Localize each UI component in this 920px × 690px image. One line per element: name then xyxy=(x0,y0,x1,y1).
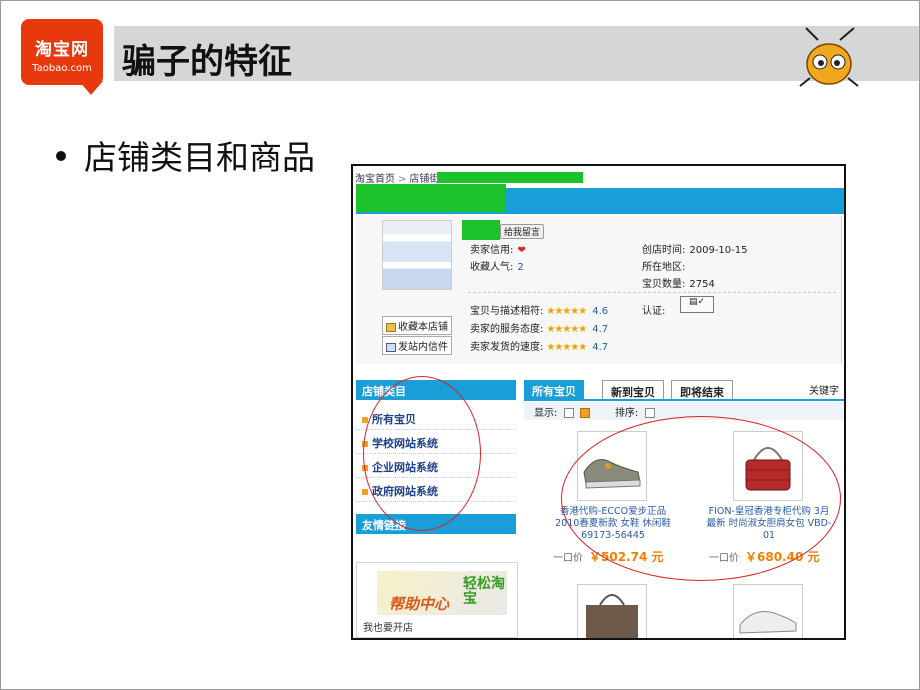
shop-info-panel: 给我留言 卖家信用: ❤ 收藏人气: 2 创店时间: 2009-10-15 所在地区:… xyxy=(356,216,842,364)
taobao-logo: 淘宝网 Taobao.com xyxy=(21,19,103,95)
redaction-mask xyxy=(437,172,583,183)
tab-ending-soon[interactable]: 即将结束 xyxy=(671,380,733,400)
slide-title: 骗子的特征 xyxy=(122,42,292,82)
open-shop-link[interactable]: 我也要开店 xyxy=(363,619,413,634)
info-divider xyxy=(468,292,836,293)
region: 所在地区: xyxy=(642,262,686,273)
bullet-text: 店铺类目和商品 xyxy=(84,138,315,177)
certificate-icon: ▤✓ xyxy=(680,296,714,313)
logo-sub-text: Taobao.com xyxy=(32,63,92,74)
redaction-mask xyxy=(356,184,506,212)
heart-icon: ❤ xyxy=(517,245,526,256)
annotation-oval xyxy=(561,416,841,581)
sort-label: 排序: xyxy=(614,408,639,419)
rating-row: 卖家发货的速度: ★★★★★ 4.7 xyxy=(470,342,609,353)
folder-icon xyxy=(386,322,396,332)
list-view-icon[interactable] xyxy=(563,408,574,418)
tab-new-items[interactable]: 新到宝贝 xyxy=(602,380,664,400)
easy-taobao-text: 轻松淘宝 xyxy=(463,576,505,607)
leave-message-button[interactable]: 给我留言 xyxy=(500,224,545,239)
slide: 淘宝网 Taobao.com 骗子的特征 店铺类目和商品 淘宝首页 > 店铺街 给我… xyxy=(0,0,920,690)
logo-tail xyxy=(79,81,103,95)
seller-credit: 卖家信用: ❤ xyxy=(470,245,526,256)
tab-all-items[interactable]: 所有宝贝 xyxy=(524,380,584,400)
logo-main-text: 淘宝网 xyxy=(35,40,89,60)
shop-thumbnail xyxy=(382,220,452,290)
annotation-oval xyxy=(363,376,481,531)
help-center-box[interactable]: 帮助中心 轻松淘宝 我也要开店 xyxy=(356,562,518,638)
certification: 认证: xyxy=(642,306,666,317)
breadcrumb: 淘宝首页 > 店铺街 xyxy=(355,174,440,185)
keyword-label: 关键字 xyxy=(809,386,839,397)
bullet-dot xyxy=(56,150,66,161)
sort-icon[interactable] xyxy=(644,408,655,418)
shop-screenshot: 淘宝首页 > 店铺街 给我留言 卖家信用: ❤ 收藏人气: 2 创店时间: 2009-10… xyxy=(351,164,846,640)
rating-row: 卖家的服务态度: ★★★★★ 4.7 xyxy=(470,324,609,335)
favorites: 收藏人气: 2 xyxy=(470,262,524,273)
product-image-sneaker[interactable] xyxy=(733,584,803,638)
item-count: 宝贝数量: 2754 xyxy=(642,279,715,290)
rating-row: 宝贝与描述相符: ★★★★★ 4.6 xyxy=(470,306,609,317)
bullet-icon xyxy=(362,489,368,495)
collect-shop-button[interactable]: 收藏本店铺 xyxy=(382,316,452,335)
product-image-bag[interactable] xyxy=(577,584,647,638)
ant-mascot-icon xyxy=(799,27,859,87)
tote-bag-icon xyxy=(586,594,638,638)
help-banner[interactable]: 帮助中心 轻松淘宝 xyxy=(377,571,507,615)
show-label: 显示: xyxy=(534,408,558,419)
bullet-point: 店铺类目和商品 xyxy=(56,131,315,179)
redaction-mask xyxy=(462,220,500,240)
mail-icon xyxy=(386,342,396,352)
sneaker-icon xyxy=(739,611,797,634)
grid-view-icon[interactable] xyxy=(579,408,590,418)
send-mail-button[interactable]: 发站内信件 xyxy=(382,336,452,355)
tab-underline xyxy=(524,399,844,401)
help-center-text: 帮助中心 xyxy=(389,595,450,613)
created-date: 创店时间: 2009-10-15 xyxy=(642,245,748,256)
